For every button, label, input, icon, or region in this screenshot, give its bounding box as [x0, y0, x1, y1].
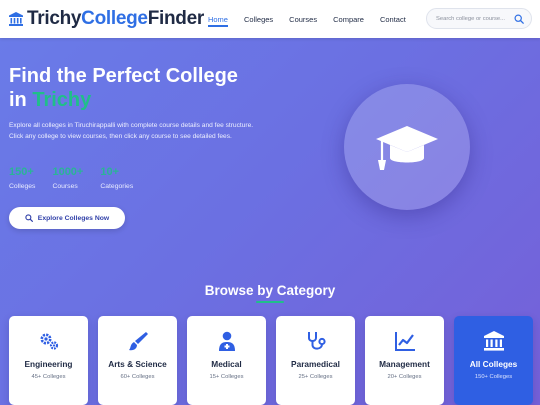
stat-label: Categories	[100, 183, 134, 190]
university-icon	[483, 331, 504, 351]
chart-line-icon	[394, 332, 415, 351]
university-icon	[9, 12, 23, 26]
category-card-paramedical[interactable]: Paramedical 25+ Colleges	[276, 316, 355, 405]
category-name: Arts & Science	[108, 359, 167, 369]
hero-title-accent: Trichy	[32, 89, 92, 111]
nav-contact[interactable]: Contact	[380, 15, 406, 24]
explore-colleges-button[interactable]: Explore Colleges Now	[9, 207, 125, 229]
category-card-arts-science[interactable]: Arts & Science 60+ Colleges	[98, 316, 177, 405]
brand-name: TrichyCollegeFinder	[27, 8, 204, 30]
category-count: 45+ Colleges	[31, 373, 66, 380]
category-count: 60+ Colleges	[120, 373, 155, 380]
nav-colleges[interactable]: Colleges	[244, 15, 273, 24]
category-card-engineering[interactable]: Engineering 45+ Colleges	[9, 316, 88, 405]
search-input[interactable]	[436, 15, 512, 22]
category-count: 20+ Colleges	[387, 373, 422, 380]
category-name: Paramedical	[291, 359, 340, 369]
stat-courses: 1000+ Courses	[52, 166, 83, 190]
category-name: Medical	[211, 359, 242, 369]
brand-name-part1: Trichy	[27, 8, 82, 29]
brand-name-part3: Finder	[147, 8, 205, 29]
search-icon	[25, 214, 33, 222]
hero-illustration	[344, 84, 470, 210]
hero-title: Find the Perfect College in Trichy	[9, 64, 309, 112]
section-title: Browse by Category	[204, 283, 336, 298]
category-name: Management	[379, 359, 430, 369]
stat-number: 1000+	[52, 166, 84, 178]
hero-section: Find the Perfect College in Trichy Explo…	[0, 38, 540, 405]
doctor-icon	[218, 331, 235, 351]
category-name: All Colleges	[469, 359, 518, 369]
search-icon[interactable]	[514, 14, 524, 24]
nav-compare[interactable]: Compare	[333, 15, 364, 24]
explore-button-label: Explore Colleges Now	[37, 214, 110, 222]
brand-name-part2: College	[81, 8, 148, 29]
stethoscope-icon	[307, 332, 326, 350]
hero-description: Explore all colleges in Tiruchirappalli …	[9, 122, 254, 140]
hero-stats: 150+ Colleges 1000+ Courses 10+ Categori…	[9, 166, 150, 190]
category-card-medical[interactable]: Medical 15+ Colleges	[187, 316, 266, 405]
section-title-underline	[256, 301, 284, 303]
category-name: Engineering	[24, 359, 73, 369]
hero-title-line1: Find the Perfect College	[9, 65, 238, 87]
nav-courses[interactable]: Courses	[289, 15, 317, 24]
cogs-icon	[40, 333, 58, 350]
category-count: 15+ Colleges	[209, 373, 244, 380]
category-count: 25+ Colleges	[298, 373, 333, 380]
nav-home[interactable]: Home	[207, 15, 228, 27]
stat-colleges: 150+ Colleges	[9, 166, 35, 190]
stat-number: 150+	[9, 166, 34, 178]
stat-categories: 10+ Categories	[100, 166, 133, 190]
brand-logo[interactable]: TrichyCollegeFinder	[8, 0, 204, 38]
stat-label: Courses	[52, 183, 78, 190]
category-count: 150+ Colleges	[474, 373, 513, 380]
top-navbar: TrichyCollegeFinder Home Colleges Course…	[0, 0, 540, 38]
main-nav: Home Colleges Courses Compare Contact	[207, 15, 422, 27]
stat-label: Colleges	[9, 183, 36, 190]
paintbrush-icon	[128, 332, 148, 351]
category-card-all-colleges[interactable]: All Colleges 150+ Colleges	[454, 316, 533, 405]
stat-number: 10+	[100, 166, 120, 178]
category-card-management[interactable]: Management 20+ Colleges	[365, 316, 444, 405]
graduation-cap-icon	[376, 126, 438, 170]
search-box	[426, 8, 532, 29]
category-cards: Engineering 45+ Colleges Arts & Science …	[9, 316, 533, 405]
hero-title-in: in	[9, 89, 33, 111]
